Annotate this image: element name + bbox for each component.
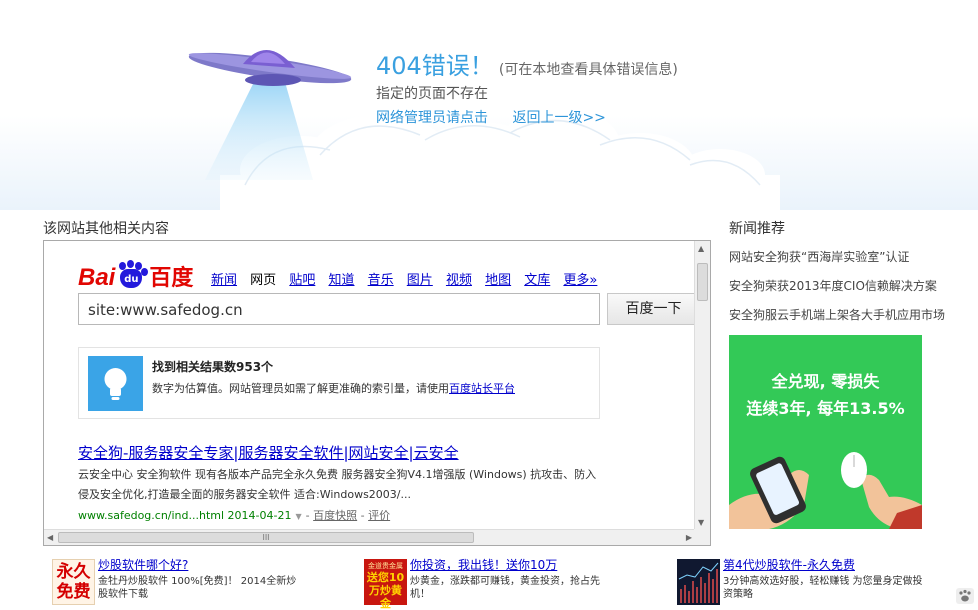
error-hint: (可在本地查看具体错误信息)	[498, 62, 678, 78]
vertical-scrollbar[interactable]: ▲ ▼	[694, 241, 710, 530]
error-links: 网络管理员请点击 返回上一级>>	[376, 107, 606, 127]
url-separator-1: -	[305, 509, 310, 522]
result-count: 找到相关结果数953个	[152, 360, 274, 374]
ad-title-2[interactable]: 你投资，我出钱！送你10万	[410, 556, 557, 573]
baidu-page: Bai du 百度 新闻 网页 贴吧 知道 音乐 图片 视频 地图 文库 更多» s…	[44, 241, 695, 530]
stock-chart-icon	[677, 559, 720, 605]
ad-thumb-2: 金道贵金属 送您10万炒黄金	[364, 559, 407, 610]
horizontal-scrollbar[interactable]: ◀ III ▶	[44, 529, 695, 545]
nav-wenku[interactable]: 文库	[524, 273, 550, 288]
baidu-logo-cn: 百度	[149, 266, 194, 291]
lightbulb-icon	[88, 356, 143, 411]
ad-title-3[interactable]: 第4代炒股软件-永久免费	[723, 556, 855, 573]
news-item-2[interactable]: 安全狗荣获2013年度CIO信赖解决方案	[729, 277, 937, 294]
scroll-up-icon[interactable]: ▲	[698, 244, 704, 253]
search-button[interactable]: 百度一下	[607, 293, 695, 325]
error-hero: 404错误！ (可在本地查看具体错误信息) 指定的页面不存在 网络管理员请点击 …	[0, 0, 978, 215]
ad-desc-2: 炒黄金，涨跌都可赚钱，黄金投资，抢占先机！	[410, 576, 600, 600]
baidu-logo[interactable]: Bai du 百度	[78, 260, 194, 291]
result-count-card: 找到相关结果数953个 数字为估算值。网站管理员如需了解更准确的索引量，请使用百…	[78, 347, 600, 419]
result-description: 云安全中心 安全狗软件 现有各版本产品完全永久免费 服务器安全狗V4.1增强版 …	[78, 468, 597, 501]
paw-icon: du	[116, 260, 149, 290]
nav-tieba[interactable]: 贴吧	[289, 273, 315, 288]
baidu-nav: 新闻 网页 贴吧 知道 音乐 图片 视频 地图 文库 更多»	[211, 269, 606, 288]
baidu-logo-bai: Bai	[78, 264, 116, 291]
scroll-left-icon[interactable]: ◀	[47, 533, 53, 542]
admin-link[interactable]: 网络管理员请点击	[376, 110, 488, 126]
error-heading: 404错误！ (可在本地查看具体错误信息)	[376, 46, 678, 81]
ad-title-1[interactable]: 炒股软件哪个好?	[98, 556, 188, 573]
scroll-corner	[694, 529, 710, 545]
ad-thumb-2-text: 送您10万炒黄金	[366, 571, 405, 610]
ad-desc-1: 金牡丹炒股软件 100%[免费]！ 2014全新炒股软件下载	[98, 576, 297, 600]
related-heading: 该网站其他相关内容	[43, 221, 169, 237]
nav-web[interactable]: 网页	[250, 273, 276, 288]
hand-phone-illustration	[729, 452, 922, 529]
baidu-logo-du: du	[120, 269, 143, 288]
safedog-paw-icon[interactable]	[956, 588, 974, 604]
ad-thumb-1-text: 永久免费	[56, 562, 91, 602]
news-ad-banner[interactable]: 全兑现, 零损失 连续3年, 每年13.5%	[729, 335, 922, 529]
nav-map[interactable]: 地图	[485, 273, 511, 288]
result-title-link[interactable]: 安全狗-服务器安全专家|服务器安全软件|网站安全|云安全	[78, 442, 459, 463]
nav-news[interactable]: 新闻	[211, 273, 237, 288]
news-item-1[interactable]: 网站安全狗获“西海岸实验室”认证	[729, 248, 909, 265]
result-count-note: 数字为估算值。网站管理员如需了解更准确的索引量，请使用百度站长平台	[152, 380, 515, 396]
ad-desc-3: 3分钟高效选好股，轻松赚钱 为您量身定做投资策略	[723, 576, 923, 600]
caret-down-icon[interactable]: ▼	[296, 512, 302, 521]
news-heading: 新闻推荐	[729, 221, 785, 237]
result-url: www.safedog.cn/ind...html 2014-04-21	[78, 509, 292, 522]
count-note-text: 数字为估算值。网站管理员如需了解更准确的索引量，请使用	[152, 382, 449, 395]
back-link[interactable]: 返回上一级>>	[512, 110, 605, 126]
error-code: 404错误！	[376, 52, 494, 80]
error-subtitle: 指定的页面不存在	[376, 86, 488, 102]
review-link[interactable]: 评价	[368, 509, 390, 522]
nav-zhidao[interactable]: 知道	[328, 273, 354, 288]
cache-link[interactable]: 百度快照	[313, 509, 357, 522]
search-input[interactable]: site:www.safedog.cn	[78, 293, 600, 325]
clouds-illustration	[220, 115, 780, 215]
horizontal-scroll-thumb[interactable]: III	[58, 532, 474, 543]
vertical-scroll-thumb[interactable]	[697, 263, 708, 301]
result-url-line: www.safedog.cn/ind...html 2014-04-21 ▼ - 百…	[78, 507, 390, 523]
url-separator-2: -	[360, 509, 365, 522]
nav-more[interactable]: 更多»	[563, 273, 597, 288]
ad-thumb-1: 永久免费	[52, 559, 95, 605]
ad-line-1: 全兑现, 零损失	[771, 372, 880, 391]
news-item-3[interactable]: 安全狗服云手机端上架各大手机应用市场	[729, 306, 945, 323]
scroll-right-icon[interactable]: ▶	[686, 533, 692, 542]
baidu-results-frame: Bai du 百度 新闻 网页 贴吧 知道 音乐 图片 视频 地图 文库 更多» s…	[43, 240, 711, 546]
ufo-illustration	[188, 49, 352, 180]
ad-line-2: 连续3年, 每年13.5%	[746, 399, 905, 418]
nav-music[interactable]: 音乐	[368, 273, 394, 288]
webmaster-link[interactable]: 百度站长平台	[449, 382, 515, 395]
nav-video[interactable]: 视频	[446, 273, 472, 288]
scroll-down-icon[interactable]: ▼	[698, 518, 704, 527]
nav-images[interactable]: 图片	[407, 273, 433, 288]
ad-thumb-2-top: 金道贵金属	[368, 562, 403, 570]
